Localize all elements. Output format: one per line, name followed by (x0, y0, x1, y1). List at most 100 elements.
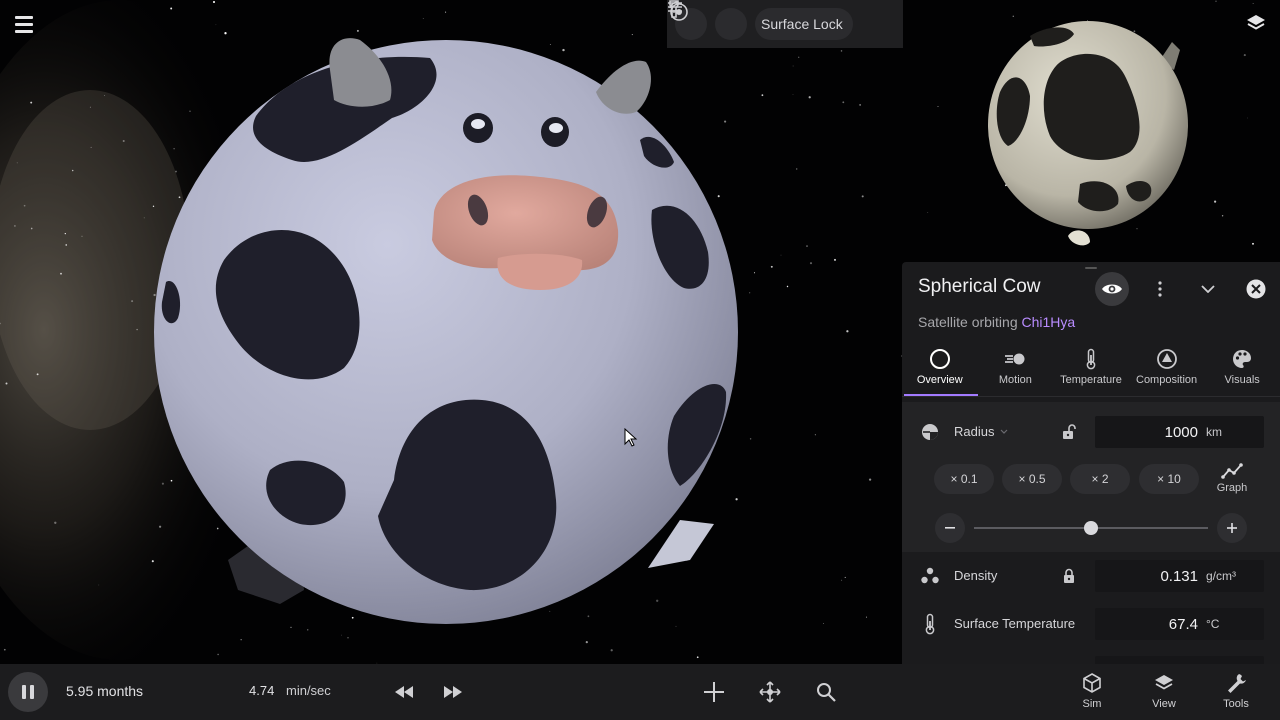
rewind-button[interactable] (390, 678, 418, 706)
spherical-cow-model (154, 38, 738, 624)
add-object-button[interactable] (700, 678, 728, 706)
multiply-2-button[interactable]: × 2 (1070, 464, 1130, 494)
visibility-button[interactable] (1095, 272, 1129, 306)
move-icon (759, 681, 781, 703)
motion-icon (1005, 353, 1025, 365)
wrench-icon (1228, 674, 1246, 693)
tab-composition[interactable]: Composition (1129, 342, 1205, 398)
search-button[interactable] (812, 678, 840, 706)
radius-input[interactable]: 1000 km (1095, 416, 1264, 448)
density-unit: g/cm³ (1206, 569, 1236, 583)
time-rate-unit: min/sec (286, 683, 331, 698)
density-row: Density 0.131 g/cm³ (902, 556, 1280, 596)
object-panel: Spherical Cow Satellite orbiting Chi1Hya… (902, 262, 1280, 664)
surface-temperature-label: Surface Temperature (954, 616, 1076, 631)
chevron-down-icon (1201, 285, 1215, 293)
density-input[interactable]: 0.131 g/cm³ (1095, 560, 1264, 592)
radius-lock-toggle[interactable] (1060, 423, 1078, 441)
density-label: Density (954, 568, 998, 583)
layers-icon (1155, 675, 1173, 690)
plus-icon (1227, 523, 1237, 533)
surface-lock-button[interactable]: Surface Lock (669, 1, 853, 40)
drag-handle[interactable] (1085, 267, 1097, 269)
thermometer-icon (920, 613, 940, 635)
multiply-0.5-button[interactable]: × 0.5 (1002, 464, 1062, 494)
surface-temperature-input[interactable]: 67.4 °C (1095, 608, 1264, 640)
view-nav-button[interactable]: View (1142, 672, 1186, 716)
nav-label: Sim (1082, 698, 1102, 710)
sim-nav-button[interactable]: Sim (1070, 672, 1114, 716)
lock-icon (1064, 568, 1074, 583)
graph-button[interactable]: Graph (1214, 462, 1250, 502)
fast-forward-icon (444, 686, 462, 698)
pause-button[interactable] (8, 672, 48, 712)
surface-lock-icon (669, 1, 688, 21)
next-property-input[interactable] (1095, 656, 1264, 664)
surface-temperature-value[interactable]: 67.4 (1095, 616, 1198, 633)
pause-icon (22, 685, 26, 699)
tools-nav-button[interactable]: Tools (1214, 672, 1258, 716)
divider (902, 396, 1280, 397)
fast-forward-button[interactable] (439, 678, 467, 706)
composition-icon (1156, 349, 1177, 369)
layers-icon (1247, 15, 1265, 30)
density-value[interactable]: 0.131 (1095, 568, 1198, 585)
close-icon (1246, 279, 1266, 299)
panel-tabs: Overview Motion Temperature Composition … (902, 342, 1280, 398)
radius-slider-thumb[interactable] (1084, 521, 1098, 535)
more-vertical-icon (1158, 281, 1162, 297)
radius-increase-button[interactable] (1217, 513, 1247, 543)
tab-overview[interactable]: Overview (902, 342, 978, 398)
surface-temperature-unit: °C (1206, 617, 1220, 631)
main-menu-button[interactable] (14, 14, 36, 34)
time-rate-value[interactable]: 4.74 (249, 683, 274, 698)
tab-visuals[interactable]: Visuals (1204, 342, 1280, 398)
radius-row: Radius 1000 km (902, 412, 1280, 452)
subtitle-prefix: Satellite orbiting (918, 314, 1018, 330)
more-options-button[interactable] (1143, 272, 1177, 306)
thermometer-icon (1086, 348, 1096, 370)
cube-icon (1083, 673, 1101, 693)
surface-temperature-row: Surface Temperature 67.4 °C (902, 604, 1280, 644)
tab-motion[interactable]: Motion (978, 342, 1054, 398)
elapsed-time: 5.95 months (66, 683, 144, 699)
circle-icon (929, 349, 950, 369)
radius-label[interactable]: Radius (954, 424, 994, 439)
radius-value[interactable]: 1000 (1095, 424, 1198, 441)
object-title: Spherical Cow (918, 276, 1041, 297)
density-lock-toggle[interactable] (1060, 567, 1078, 585)
close-panel-button[interactable] (1239, 272, 1273, 306)
nav-label: View (1152, 698, 1176, 710)
tab-temperature[interactable]: Temperature (1053, 342, 1129, 398)
pause-icon (30, 685, 34, 699)
mouse-cursor-icon (624, 428, 638, 447)
plus-icon (704, 682, 724, 702)
layers-button[interactable] (1244, 12, 1268, 36)
object-subtitle: Satellite orbiting Chi1Hya (918, 314, 1075, 330)
search-icon (817, 683, 836, 702)
nav-label: Tools (1223, 698, 1249, 710)
tab-label: Temperature (1060, 374, 1122, 386)
chevron-down-icon[interactable] (1000, 429, 1008, 434)
graph-label: Graph (1216, 482, 1248, 494)
density-icon (920, 566, 940, 586)
radius-unit: km (1206, 425, 1222, 439)
tab-label: Composition (1136, 374, 1198, 386)
multiply-0.1-button[interactable]: × 0.1 (934, 464, 994, 494)
top-toolbar: Surface Lock (667, 0, 903, 48)
collapse-panel-button[interactable] (1191, 272, 1225, 306)
unlock-icon (1063, 424, 1076, 439)
radius-decrease-button[interactable] (935, 513, 965, 543)
minus-icon (945, 527, 955, 529)
parent-body-link[interactable]: Chi1Hya (1022, 314, 1076, 330)
graph-icon (1221, 463, 1243, 479)
bottom-bar: 5.95 months 4.74 min/sec Sim View Tools (0, 664, 1280, 720)
eye-icon (1102, 284, 1122, 294)
filters-button[interactable] (668, 1, 747, 40)
rewind-icon (395, 686, 413, 698)
radius-icon (920, 422, 940, 442)
move-tool-button[interactable] (756, 678, 784, 706)
panel-header: Spherical Cow (902, 262, 1280, 316)
multiply-10-button[interactable]: × 10 (1139, 464, 1199, 494)
tab-label: Motion (998, 374, 1032, 386)
